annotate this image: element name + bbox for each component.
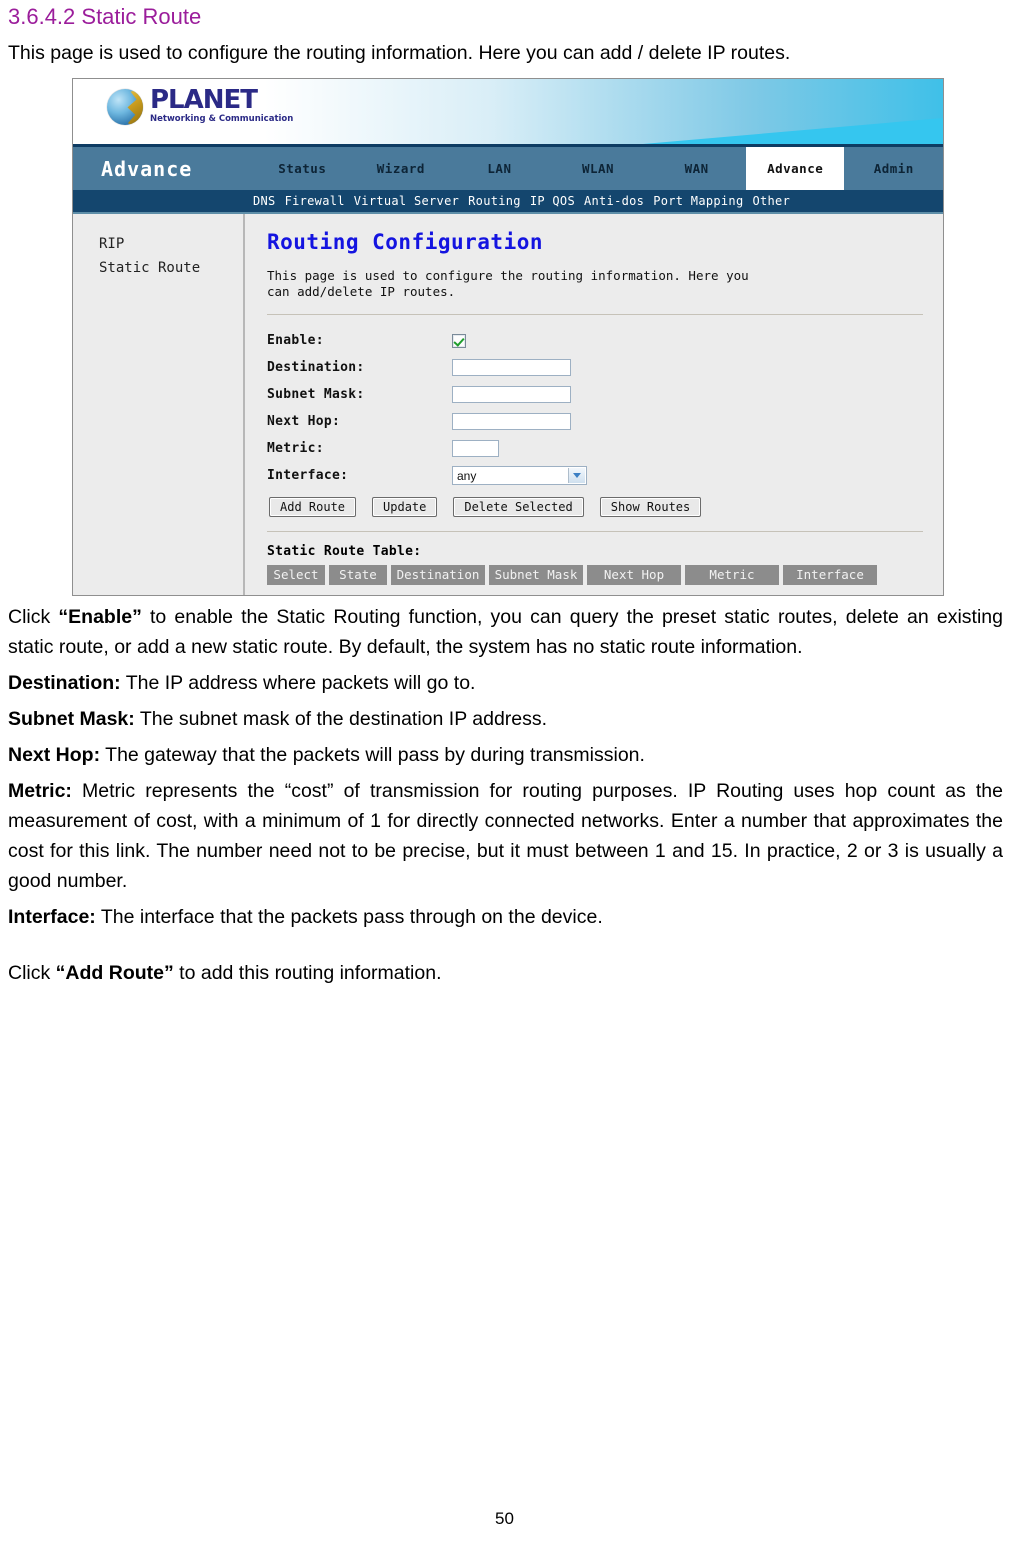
text-next-hop: The gateway that the packets will pass b…	[100, 744, 645, 766]
static-route-table-label: Static Route Table:	[267, 544, 422, 559]
form-buttons: Add Route Update Delete Selected Show Ro…	[269, 497, 923, 517]
paragraph-enable-lead: Click	[8, 606, 51, 628]
brand-name: PLANET	[150, 85, 258, 115]
column-header-subnet-mask: Subnet Mask	[489, 565, 583, 585]
sidebar-item-static-route[interactable]: Static Route	[99, 256, 243, 280]
subnet-mask-input[interactable]	[452, 386, 571, 403]
column-header-destination: Destination	[391, 565, 485, 585]
static-route-table-header: Select State Destination Subnet Mask Nex…	[267, 565, 923, 585]
paragraph-metric: Metric: Metric represents the “cost” of …	[8, 776, 1003, 896]
main-navigation: Advance Status Wizard LAN WLAN WAN Advan…	[73, 147, 943, 190]
interface-select[interactable]: any	[452, 466, 587, 485]
paragraph-add-route-lead: Click	[8, 962, 51, 984]
router-ui-screenshot: PLANET Networking & Communication Advanc…	[72, 78, 944, 596]
text-subnet-mask: The subnet mask of the destination IP ad…	[134, 708, 548, 730]
page-number: 50	[495, 1509, 514, 1528]
column-header-interface: Interface	[783, 565, 877, 585]
paragraph-destination: Destination: The IP address where packet…	[8, 668, 1003, 698]
field-row-destination: Destination:	[267, 354, 923, 381]
sidebar: RIP Static Route	[73, 214, 245, 595]
term-metric: Metric:	[8, 780, 72, 802]
label-enable: Enable:	[267, 333, 324, 348]
banner-accent-wedge	[643, 118, 943, 144]
term-subnet-mask: Subnet Mask:	[8, 708, 135, 730]
destination-input[interactable]	[452, 359, 571, 376]
nav-item-status[interactable]: Status	[253, 147, 352, 190]
subnav-item-dns[interactable]: DNS	[253, 194, 276, 208]
label-interface: Interface:	[267, 468, 349, 483]
subnav-item-routing[interactable]: Routing	[468, 194, 521, 208]
term-next-hop: Next Hop:	[8, 744, 101, 766]
label-destination: Destination:	[267, 360, 365, 375]
text-interface: The interface that the packets pass thro…	[95, 906, 603, 928]
update-button[interactable]: Update	[372, 497, 438, 517]
term-interface: Interface:	[8, 906, 96, 928]
field-row-next-hop: Next Hop:	[267, 408, 923, 435]
ui-body: RIP Static Route Routing Configuration T…	[73, 212, 943, 595]
globe-icon	[107, 89, 143, 125]
label-metric: Metric:	[267, 441, 324, 456]
paragraph-interface: Interface: The interface that the packet…	[8, 902, 1003, 932]
chevron-down-icon[interactable]	[568, 468, 585, 483]
interface-select-value: any	[457, 468, 477, 483]
planet-logo: PLANET Networking & Communication	[107, 87, 293, 125]
nav-item-wlan[interactable]: WLAN	[549, 147, 648, 190]
metric-input[interactable]	[452, 440, 499, 457]
field-row-interface: Interface: any	[267, 462, 923, 489]
label-subnet-mask: Subnet Mask:	[267, 387, 365, 402]
nav-section-title: Advance	[101, 156, 193, 181]
brand-tagline: Networking & Communication	[150, 114, 294, 124]
document-page: 3.6.4.2 Static Route This page is used t…	[0, 0, 1009, 1541]
subnav-item-anti-dos[interactable]: Anti-dos	[584, 194, 644, 208]
paragraph-next-hop: Next Hop: The gateway that the packets w…	[8, 740, 1003, 770]
nav-item-advance[interactable]: Advance	[745, 147, 845, 190]
brand-banner: PLANET Networking & Communication	[73, 79, 943, 147]
field-row-enable: Enable:	[267, 327, 923, 354]
nav-items: Status Wizard LAN WLAN WAN Advance Admin	[253, 147, 943, 190]
paragraph-subnet-mask: Subnet Mask: The subnet mask of the dest…	[8, 704, 1003, 734]
sidebar-item-rip[interactable]: RIP	[99, 232, 243, 256]
label-next-hop: Next Hop:	[267, 414, 341, 429]
field-row-metric: Metric:	[267, 435, 923, 462]
subnav-item-virtual-server[interactable]: Virtual Server	[354, 194, 459, 208]
paragraph-enable: Click “Enable” to enable the Static Rout…	[8, 602, 1003, 662]
divider-bottom	[267, 531, 923, 532]
intro-paragraph: This page is used to configure the routi…	[8, 42, 791, 64]
divider-top	[267, 314, 923, 315]
nav-item-wan[interactable]: WAN	[647, 147, 746, 190]
paragraph-add-route-bold: “Add Route”	[55, 962, 174, 984]
paragraph-enable-rest: to enable the Static Routing function, y…	[8, 606, 1003, 658]
column-header-metric: Metric	[685, 565, 779, 585]
enable-checkbox[interactable]	[452, 333, 466, 348]
paragraph-enable-bold: “Enable”	[58, 606, 142, 628]
show-routes-button[interactable]: Show Routes	[599, 497, 702, 517]
nav-item-admin[interactable]: Admin	[844, 147, 943, 190]
term-destination: Destination:	[8, 672, 121, 694]
sub-navigation: DNS Firewall Virtual Server Routing IP Q…	[73, 190, 943, 212]
content-description: This page is used to configure the routi…	[267, 268, 749, 299]
content-title: Routing Configuration	[267, 230, 544, 254]
nav-item-lan[interactable]: LAN	[450, 147, 549, 190]
field-row-subnet-mask: Subnet Mask:	[267, 381, 923, 408]
nav-item-wizard[interactable]: Wizard	[352, 147, 451, 190]
paragraph-add-route: Click “Add Route” to add this routing in…	[8, 958, 1003, 988]
column-header-next-hop: Next Hop	[587, 565, 681, 585]
paragraph-add-route-rest: to add this routing information.	[173, 962, 442, 984]
text-metric: Metric represents the “cost” of transmis…	[8, 780, 1003, 892]
subnav-item-port-mapping[interactable]: Port Mapping	[653, 194, 743, 208]
delete-selected-button[interactable]: Delete Selected	[453, 497, 584, 517]
subnav-item-other[interactable]: Other	[752, 194, 790, 208]
add-route-button[interactable]: Add Route	[269, 497, 357, 517]
column-header-state: State	[329, 565, 387, 585]
subnav-item-ip-qos[interactable]: IP QOS	[530, 194, 575, 208]
column-header-select: Select	[267, 565, 325, 585]
subnav-item-firewall[interactable]: Firewall	[285, 194, 345, 208]
text-destination: The IP address where packets will go to.	[120, 672, 476, 694]
page-title: 3.6.4.2 Static Route	[8, 4, 202, 29]
main-content: Routing Configuration This page is used …	[245, 214, 943, 595]
next-hop-input[interactable]	[452, 413, 571, 430]
